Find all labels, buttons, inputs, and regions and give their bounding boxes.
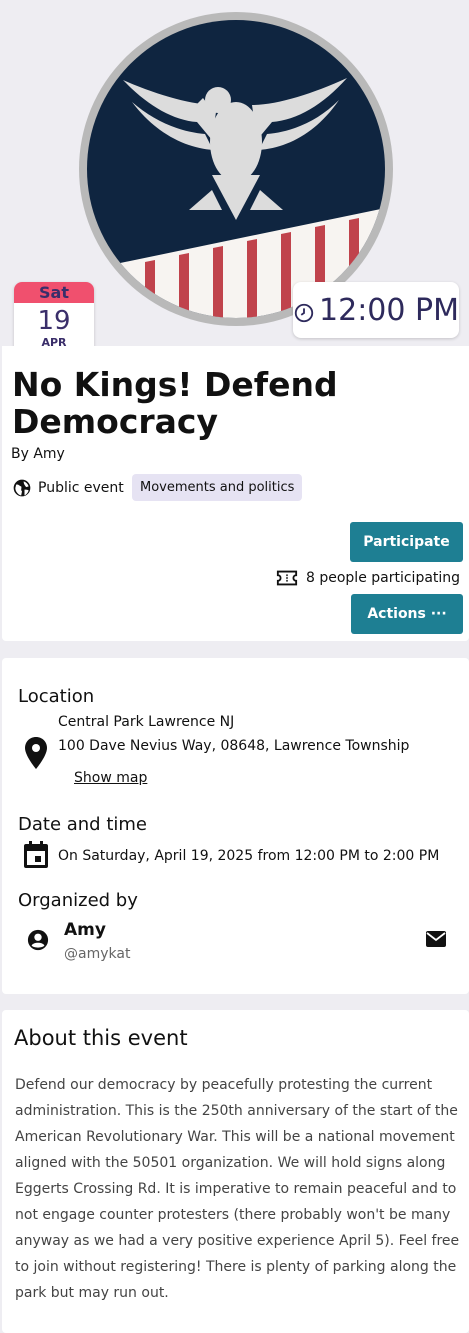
visibility-label: Public event [38, 480, 124, 496]
date-day: 19 [37, 306, 71, 336]
datetime-heading: Date and time [18, 814, 147, 835]
calendar-icon [24, 841, 48, 868]
location-heading: Location [18, 686, 95, 707]
organizer-name[interactable]: Amy [64, 920, 106, 940]
about-card: About this event Defend our democracy by… [2, 1010, 469, 1333]
participants-count: 8 people participating [276, 569, 460, 587]
event-author: By Amy [11, 446, 65, 462]
globe-icon [13, 479, 31, 497]
participants-label: 8 people participating [306, 570, 461, 586]
about-text: Defend our democracy by peacefully prote… [15, 1077, 460, 1301]
event-datetime: On Saturday, April 19, 2025 from 12:00 P… [58, 848, 440, 864]
event-details-card: Location Central Park Lawrence NJ 100 Da… [2, 658, 469, 994]
email-icon[interactable] [425, 930, 447, 948]
event-header-card: No Kings! Defend Democracy By Amy Public… [2, 346, 469, 641]
ticket-icon [276, 570, 298, 586]
show-map-link[interactable]: Show map [74, 770, 147, 786]
organizer-heading: Organized by [18, 890, 138, 911]
location-name: Central Park Lawrence NJ [58, 714, 235, 730]
time-tile: 12:00 PM [293, 282, 459, 338]
category-tag[interactable]: Movements and politics [132, 474, 303, 501]
participate-button[interactable]: Participate [350, 522, 463, 562]
event-banner-image [79, 12, 393, 326]
event-visibility: Public event [12, 478, 124, 498]
clock-icon [294, 303, 314, 323]
map-pin-icon [25, 737, 47, 769]
event-time: 12:00 PM [319, 292, 459, 328]
organizer-handle: @amykat [64, 946, 131, 962]
about-heading: About this event [14, 1026, 188, 1050]
actions-button[interactable]: Actions ··· [351, 594, 463, 634]
event-title: No Kings! Defend Democracy [12, 365, 338, 441]
account-circle-icon[interactable] [27, 929, 49, 951]
date-weekday: Sat [14, 282, 94, 303]
location-address: 100 Dave Nevius Way, 08648, Lawrence Tow… [58, 738, 410, 754]
